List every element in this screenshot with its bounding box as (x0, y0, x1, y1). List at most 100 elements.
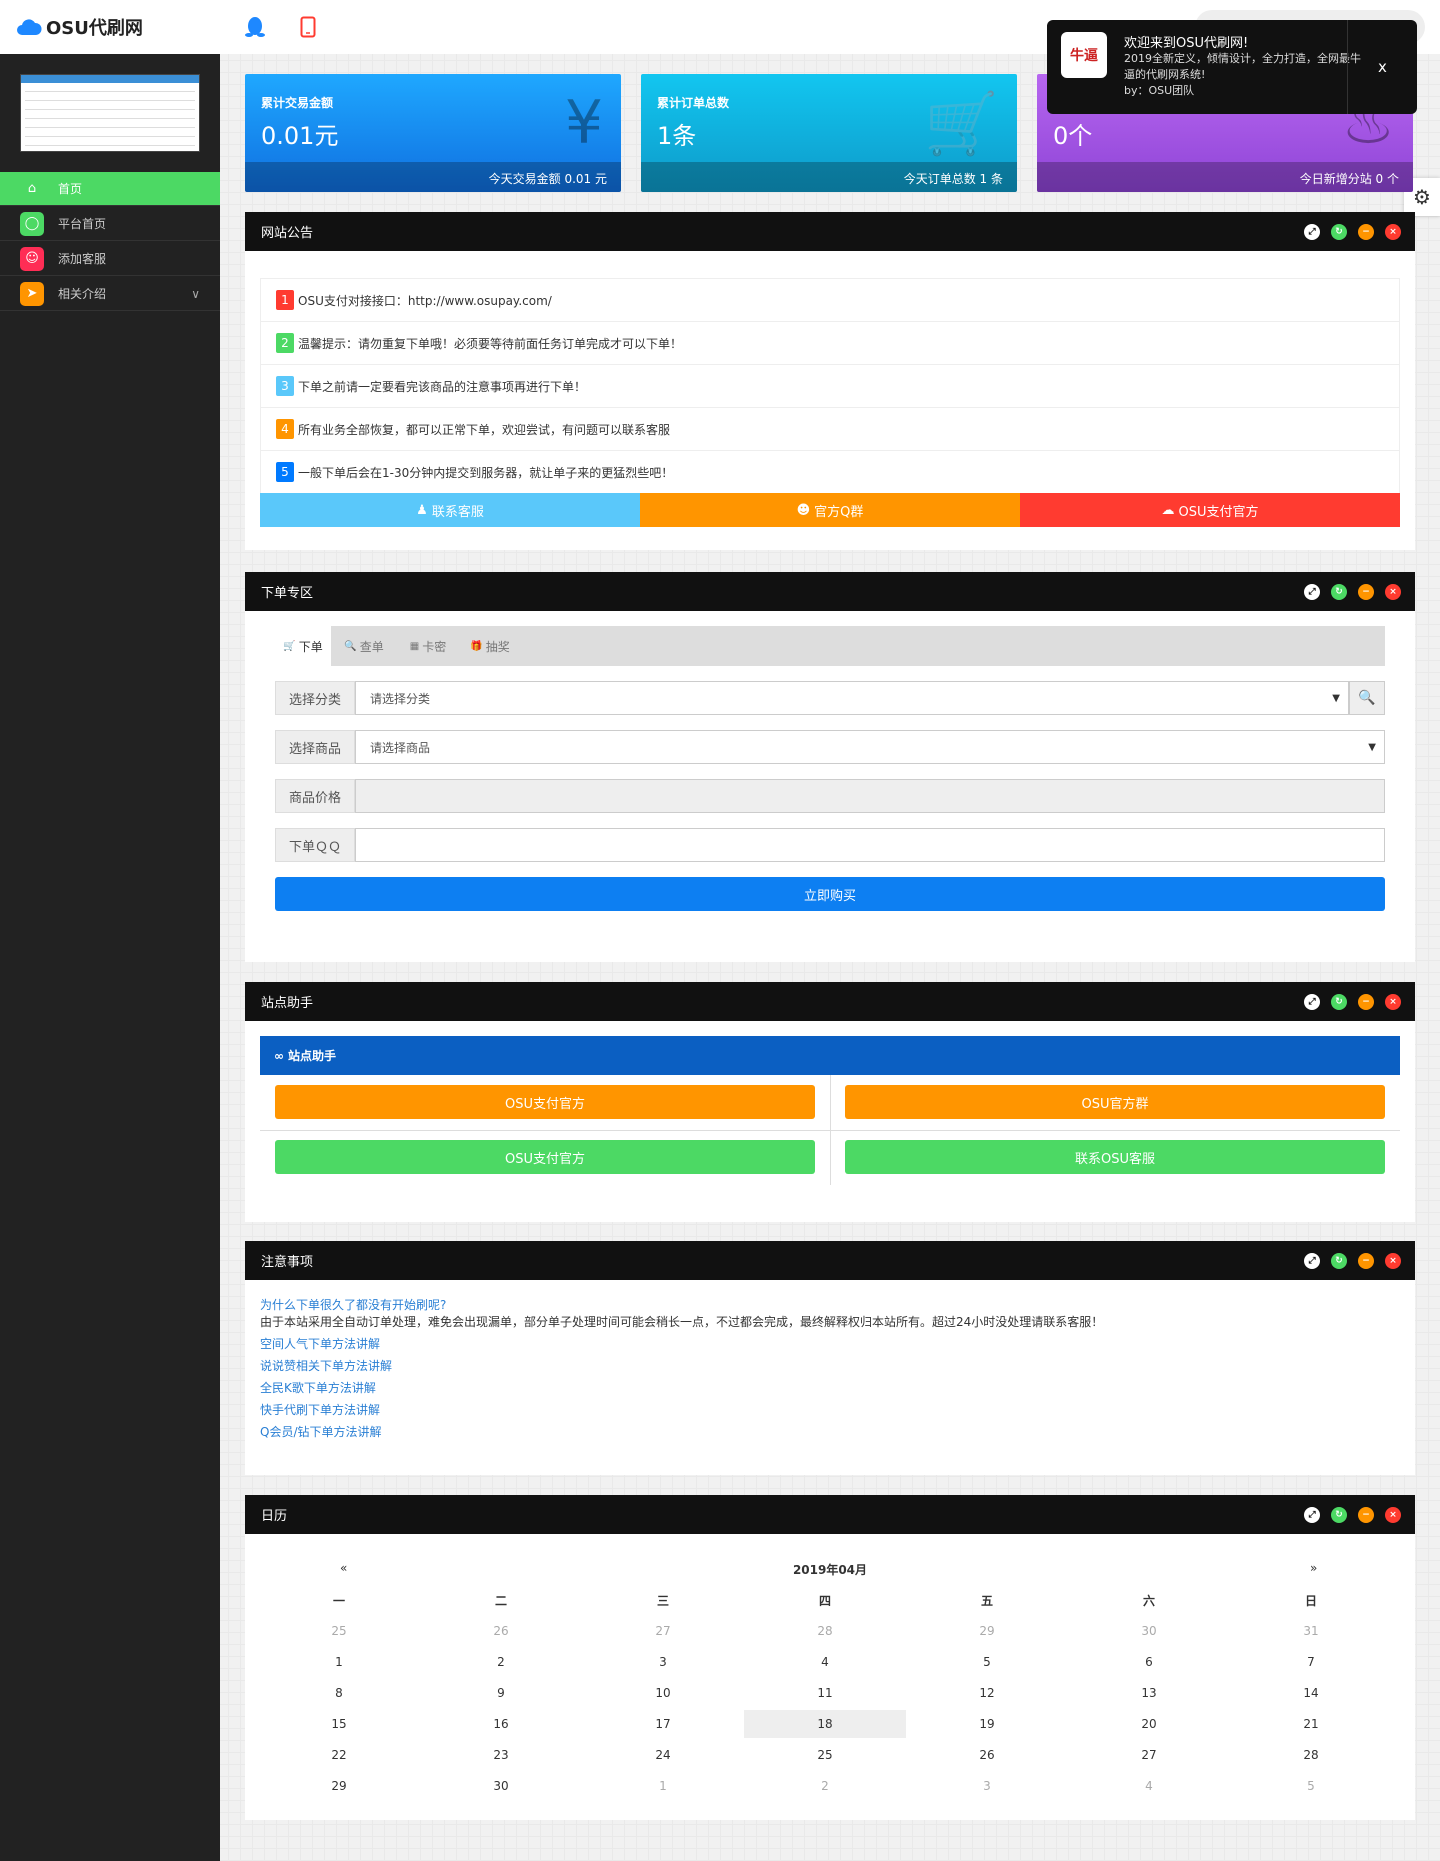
calendar-day[interactable]: 3 (906, 1772, 1068, 1800)
category-select[interactable]: 请选择分类 ▼ (355, 681, 1349, 715)
calendar-day[interactable]: 8 (258, 1679, 420, 1707)
weekday-header: 日 (1304, 1593, 1317, 1608)
guide-link[interactable]: 空间人气下单方法讲解 (260, 1335, 380, 1352)
refresh-icon[interactable]: ↻ (1331, 1253, 1347, 1269)
calendar-next-button[interactable]: » (1310, 1561, 1317, 1575)
qq-label: 下单ＱＱ (275, 828, 355, 862)
mobile-phone-icon[interactable] (295, 14, 321, 40)
calendar-day[interactable]: 4 (1068, 1772, 1230, 1800)
calendar-day[interactable]: 27 (582, 1617, 744, 1645)
calendar-day[interactable]: 29 (906, 1617, 1068, 1645)
tab-1[interactable]: 🔍 查单 (333, 626, 395, 666)
calendar-day[interactable]: 7 (1230, 1648, 1392, 1676)
brand[interactable]: OSU代刷网 (16, 14, 143, 40)
calendar-day[interactable]: 26 (906, 1741, 1068, 1769)
assistant-button[interactable]: OSU支付官方 (275, 1085, 815, 1119)
calendar-day[interactable]: 21 (1230, 1710, 1392, 1738)
calendar-day[interactable]: 30 (1068, 1617, 1230, 1645)
close-icon[interactable]: × (1385, 584, 1401, 600)
calendar-day[interactable]: 30 (420, 1772, 582, 1800)
calendar-day[interactable]: 2 (420, 1648, 582, 1676)
product-select[interactable]: 请选择商品 ▼ (355, 730, 1385, 764)
calendar-day[interactable]: 17 (582, 1710, 744, 1738)
guide-link[interactable]: 全民K歌下单方法讲解 (260, 1379, 376, 1396)
search-button[interactable]: 🔍 (1349, 681, 1385, 715)
minimize-icon[interactable]: − (1358, 224, 1374, 240)
calendar-day[interactable]: 10 (582, 1679, 744, 1707)
calendar-day[interactable]: 5 (1230, 1772, 1392, 1800)
announcement-button[interactable]: ☻ 官方Q群 (640, 493, 1020, 527)
assistant-button[interactable]: OSU官方群 (845, 1085, 1385, 1119)
refresh-icon[interactable]: ↻ (1331, 224, 1347, 240)
minimize-icon[interactable]: − (1358, 994, 1374, 1010)
calendar-day[interactable]: 27 (1068, 1741, 1230, 1769)
calendar-day[interactable]: 13 (1068, 1679, 1230, 1707)
guide-link[interactable]: 说说赞相关下单方法讲解 (260, 1357, 392, 1374)
minimize-icon[interactable]: − (1358, 1507, 1374, 1523)
stat-label: 累计交易金额 (261, 96, 334, 110)
calendar-day[interactable]: 4 (744, 1648, 906, 1676)
calendar-day[interactable]: 14 (1230, 1679, 1392, 1707)
calendar-day[interactable]: 5 (906, 1648, 1068, 1676)
tab-3[interactable]: 🎁 抽奖 (459, 626, 521, 666)
sidebar-item[interactable]: ◯ 平台首页 (0, 207, 220, 241)
sidebar-item[interactable]: ☺ 添加客服 (0, 242, 220, 276)
close-icon[interactable]: × (1385, 1253, 1401, 1269)
close-icon[interactable]: × (1385, 994, 1401, 1010)
expand-icon[interactable]: ⤢ (1304, 1253, 1320, 1269)
calendar-day[interactable]: 11 (744, 1679, 906, 1707)
button-icon: ☁ (1161, 502, 1175, 518)
calendar-day[interactable]: 1 (582, 1772, 744, 1800)
search-icon: 🔍 (1358, 690, 1376, 706)
close-icon[interactable]: × (1385, 1507, 1401, 1523)
tab-0[interactable]: 🛒 下单 (275, 626, 331, 666)
announcement-button[interactable]: ♟ 联系客服 (260, 493, 640, 527)
refresh-icon[interactable]: ↻ (1331, 994, 1347, 1010)
guide-link[interactable]: Q会员/钻下单方法讲解 (260, 1423, 382, 1440)
calendar-day[interactable]: 19 (906, 1710, 1068, 1738)
buy-button[interactable]: 立即购买 (275, 877, 1385, 911)
qq-input[interactable] (355, 828, 1385, 862)
calendar-day[interactable]: 25 (744, 1741, 906, 1769)
assistant-button[interactable]: OSU支付官方 (275, 1140, 815, 1174)
expand-icon[interactable]: ⤢ (1304, 994, 1320, 1010)
expand-icon[interactable]: ⤢ (1304, 1507, 1320, 1523)
sidebar-item[interactable]: ➤ 相关介绍 ∨ (0, 277, 220, 311)
expand-icon[interactable]: ⤢ (1304, 224, 1320, 240)
calendar-day[interactable]: 15 (258, 1710, 420, 1738)
calendar-day[interactable]: 26 (420, 1617, 582, 1645)
calendar-day[interactable]: 22 (258, 1741, 420, 1769)
panel-header: 网站公告 ⤢ ↻ − × (245, 212, 1415, 251)
calendar-day[interactable]: 16 (420, 1710, 582, 1738)
notice-text: 下单之前请一定要看完该商品的注意事项再进行下单！ (298, 379, 587, 394)
calendar-day[interactable]: 9 (420, 1679, 582, 1707)
qq-penguin-icon[interactable] (242, 14, 268, 40)
calendar-day[interactable]: 6 (1068, 1648, 1230, 1676)
calendar-day[interactable]: 18 (744, 1710, 906, 1738)
guide-link[interactable]: 快手代刷下单方法讲解 (260, 1401, 380, 1418)
calendar-day[interactable]: 1 (258, 1648, 420, 1676)
calendar-day[interactable]: 25 (258, 1617, 420, 1645)
refresh-icon[interactable]: ↻ (1331, 584, 1347, 600)
calendar-day[interactable]: 29 (258, 1772, 420, 1800)
calendar-day[interactable]: 23 (420, 1741, 582, 1769)
faq-question-link[interactable]: 为什么下单很久了都没有开始刷呢? (260, 1296, 446, 1313)
assistant-button[interactable]: 联系OSU客服 (845, 1140, 1385, 1174)
expand-icon[interactable]: ⤢ (1304, 584, 1320, 600)
sidebar-item[interactable]: ⌂ 首页 (0, 172, 220, 206)
calendar-day[interactable]: 12 (906, 1679, 1068, 1707)
calendar-day[interactable]: 28 (1230, 1741, 1392, 1769)
tab-2[interactable]: ▦ 卡密 (397, 626, 459, 666)
calendar-day[interactable]: 3 (582, 1648, 744, 1676)
toast-close-button[interactable]: x (1347, 20, 1417, 114)
close-icon[interactable]: × (1385, 224, 1401, 240)
calendar-day[interactable]: 24 (582, 1741, 744, 1769)
announcement-button[interactable]: ☁ OSU支付官方 (1020, 493, 1400, 527)
minimize-icon[interactable]: − (1358, 1253, 1374, 1269)
calendar-day[interactable]: 28 (744, 1617, 906, 1645)
calendar-day[interactable]: 31 (1230, 1617, 1392, 1645)
refresh-icon[interactable]: ↻ (1331, 1507, 1347, 1523)
calendar-day[interactable]: 20 (1068, 1710, 1230, 1738)
minimize-icon[interactable]: − (1358, 584, 1374, 600)
calendar-day[interactable]: 2 (744, 1772, 906, 1800)
